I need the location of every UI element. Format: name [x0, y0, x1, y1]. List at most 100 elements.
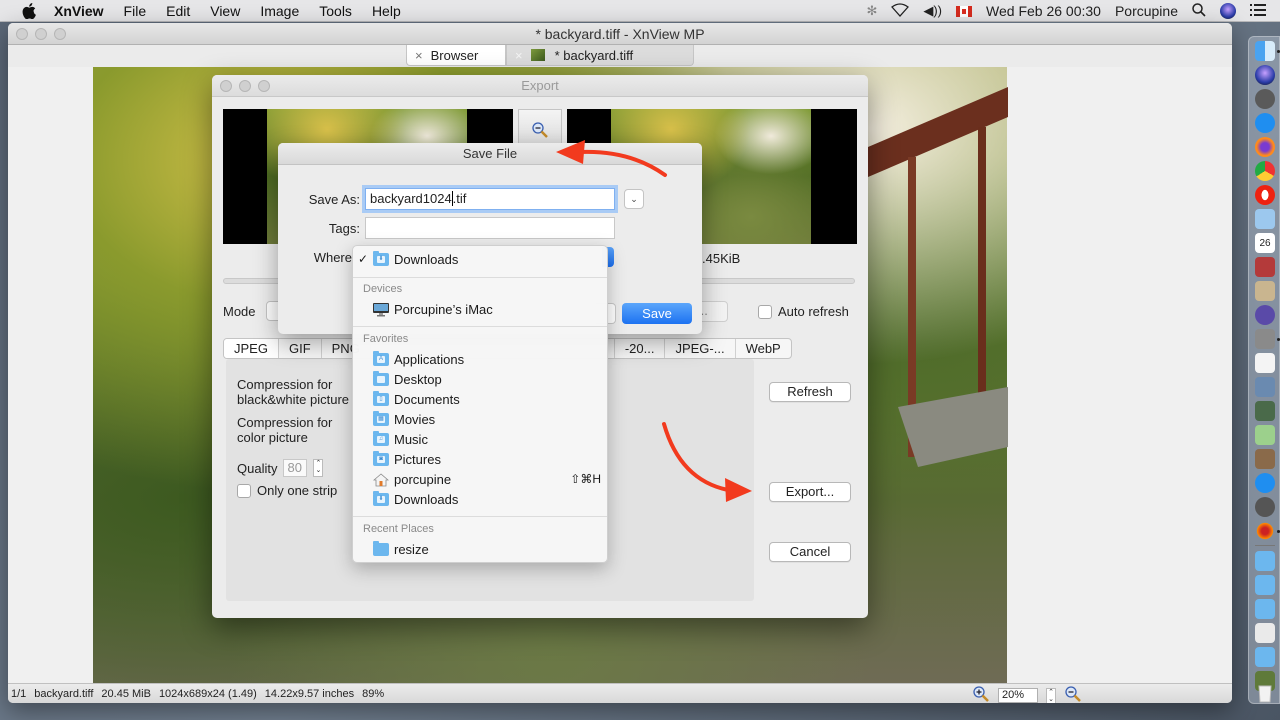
zoom-window-button[interactable]: [54, 28, 66, 40]
dock-textedit-icon[interactable]: [1255, 353, 1275, 373]
menu-view[interactable]: View: [210, 3, 240, 19]
close-window-button[interactable]: [16, 28, 28, 40]
menu-item-desktop[interactable]: Desktop: [353, 369, 607, 389]
menu-separator: [353, 326, 607, 327]
menu-tools[interactable]: Tools: [319, 3, 352, 19]
export-size-label: .45KiB: [702, 251, 741, 266]
tab-browser[interactable]: × Browser: [406, 45, 506, 66]
dock-calendar-icon[interactable]: 26: [1255, 233, 1275, 253]
menu-item-resize[interactable]: resize: [353, 539, 607, 559]
siri-icon[interactable]: [1220, 3, 1236, 19]
dock-folder-icon[interactable]: [1255, 599, 1275, 619]
minimize-window-button[interactable]: [35, 28, 47, 40]
minimize-dialog-button[interactable]: [239, 80, 251, 92]
menu-item-movies[interactable]: ▦ Movies: [353, 409, 607, 429]
dock-calculator-icon[interactable]: [1255, 281, 1275, 301]
menu-image[interactable]: Image: [260, 3, 299, 19]
dock-trash-icon[interactable]: [1255, 683, 1275, 703]
dock-preview-icon[interactable]: [1255, 401, 1275, 421]
dock-system-preferences-icon[interactable]: [1255, 497, 1275, 517]
tab-label: * backyard.tiff: [554, 47, 634, 63]
save-as-input[interactable]: backyard1024.tif: [365, 188, 615, 210]
dock-folder-icon[interactable]: [1255, 575, 1275, 595]
export-titlebar[interactable]: Export: [212, 75, 868, 97]
zoom-in-icon[interactable]: [972, 685, 990, 703]
dock-opera-icon[interactable]: [1255, 185, 1275, 205]
zoom-out-icon[interactable]: [1064, 685, 1082, 703]
dock-photos-icon[interactable]: [1255, 449, 1275, 469]
zoom-stepper[interactable]: ⌃ ⌄: [1046, 687, 1056, 703]
menu-edit[interactable]: Edit: [166, 3, 190, 19]
filename-extension: .tif: [452, 191, 467, 206]
dock-bbedit-icon[interactable]: [1255, 305, 1275, 325]
zoom-level-field[interactable]: 20%: [998, 688, 1038, 703]
apple-menu-icon[interactable]: [20, 2, 38, 20]
quality-field[interactable]: 80: [283, 459, 308, 477]
dock-mail-icon[interactable]: [1255, 209, 1275, 229]
dock-siri-icon[interactable]: [1255, 65, 1275, 85]
close-tab-icon[interactable]: ×: [415, 48, 423, 63]
checkbox[interactable]: [758, 304, 772, 319]
dock-maps-icon[interactable]: [1255, 425, 1275, 445]
menu-item-pictures[interactable]: ◙ Pictures: [353, 449, 607, 469]
dock-dictionary-icon[interactable]: [1255, 257, 1275, 277]
dock-folder-icon[interactable]: [1255, 647, 1275, 667]
menu-item-music[interactable]: ♫ Music: [353, 429, 607, 449]
menu-item-downloads[interactable]: ⬇ Downloads: [353, 489, 607, 509]
tab-backyard-tiff[interactable]: × * backyard.tiff: [506, 45, 694, 66]
auto-refresh-checkbox[interactable]: Auto refresh: [758, 304, 849, 319]
dock-image-capture-icon[interactable]: [1255, 377, 1275, 397]
menu-item-applications[interactable]: A Applications: [353, 349, 607, 369]
dock-documents-stack-icon[interactable]: [1255, 623, 1275, 643]
dock-screenshot-icon[interactable]: [1255, 329, 1275, 349]
menu-item-downloads-selected[interactable]: ✓ ⬇ Downloads: [353, 249, 607, 269]
tab-jpeg-2000[interactable]: -20...: [615, 339, 666, 358]
menu-help[interactable]: Help: [372, 3, 401, 19]
image-index: 1/1: [11, 687, 27, 700]
tab-webp[interactable]: WebP: [736, 339, 791, 358]
zoom-percent: 89%: [362, 687, 385, 700]
user-name[interactable]: Porcupine: [1115, 3, 1178, 19]
keyboard-shortcut: ⇧⌘H: [570, 472, 601, 486]
zoom-dialog-button[interactable]: [258, 80, 270, 92]
tags-input[interactable]: [365, 217, 615, 239]
tab-jpeg[interactable]: JPEG: [224, 339, 279, 358]
dock-chrome-icon[interactable]: [1255, 161, 1275, 181]
dock-firefox-icon[interactable]: [1255, 137, 1275, 157]
checkbox[interactable]: [237, 483, 251, 498]
spotlight-search-icon[interactable]: [1192, 2, 1206, 20]
only-one-strip-checkbox[interactable]: Only one strip: [237, 483, 337, 498]
menu-item-imac[interactable]: Porcupine’s iMac: [353, 299, 607, 319]
folder-icon: [373, 540, 389, 556]
dock-finder-icon[interactable]: [1255, 41, 1275, 61]
tab-jpeg-xr[interactable]: JPEG-...: [665, 339, 736, 358]
tab-gif[interactable]: GIF: [279, 339, 322, 358]
where-dropdown-menu: ✓ ⬇ Downloads Devices Porcupine’s iMac F…: [352, 245, 608, 563]
close-dialog-button[interactable]: [220, 80, 232, 92]
refresh-button[interactable]: Refresh: [769, 382, 851, 402]
close-tab-icon[interactable]: ×: [515, 48, 523, 63]
section-header-devices: Devices: [363, 283, 403, 295]
dock-app-store-icon[interactable]: [1255, 473, 1275, 493]
clock[interactable]: Wed Feb 26 00:30: [986, 3, 1101, 19]
tags-label: Tags:: [328, 221, 360, 236]
bluetooth-icon[interactable]: ✻: [866, 3, 877, 19]
save-button[interactable]: Save: [622, 303, 692, 324]
dock-launchpad-icon[interactable]: [1255, 89, 1275, 109]
window-titlebar[interactable]: * backyard.tiff - XnView MP: [8, 23, 1232, 45]
menu-app-name[interactable]: XnView: [54, 3, 104, 19]
wifi-icon[interactable]: [891, 2, 910, 20]
dock-xnview-icon[interactable]: [1255, 521, 1275, 541]
expand-dialog-button[interactable]: ⌄: [624, 189, 644, 209]
menu-item-documents[interactable]: ▯ Documents: [353, 389, 607, 409]
quality-stepper[interactable]: ⌃ ⌄: [313, 459, 324, 477]
canada-flag-icon[interactable]: [956, 5, 973, 17]
menu-file[interactable]: File: [124, 3, 147, 19]
notification-center-icon[interactable]: [1250, 3, 1266, 19]
menu-item-home[interactable]: porcupine ⇧⌘H: [353, 469, 607, 489]
cancel-button[interactable]: Cancel: [769, 542, 851, 562]
export-button[interactable]: Export...: [769, 482, 851, 502]
dock-safari-icon[interactable]: [1255, 113, 1275, 133]
dock-folder-icon[interactable]: [1255, 551, 1275, 571]
volume-icon[interactable]: ◀︎)): [923, 3, 942, 19]
